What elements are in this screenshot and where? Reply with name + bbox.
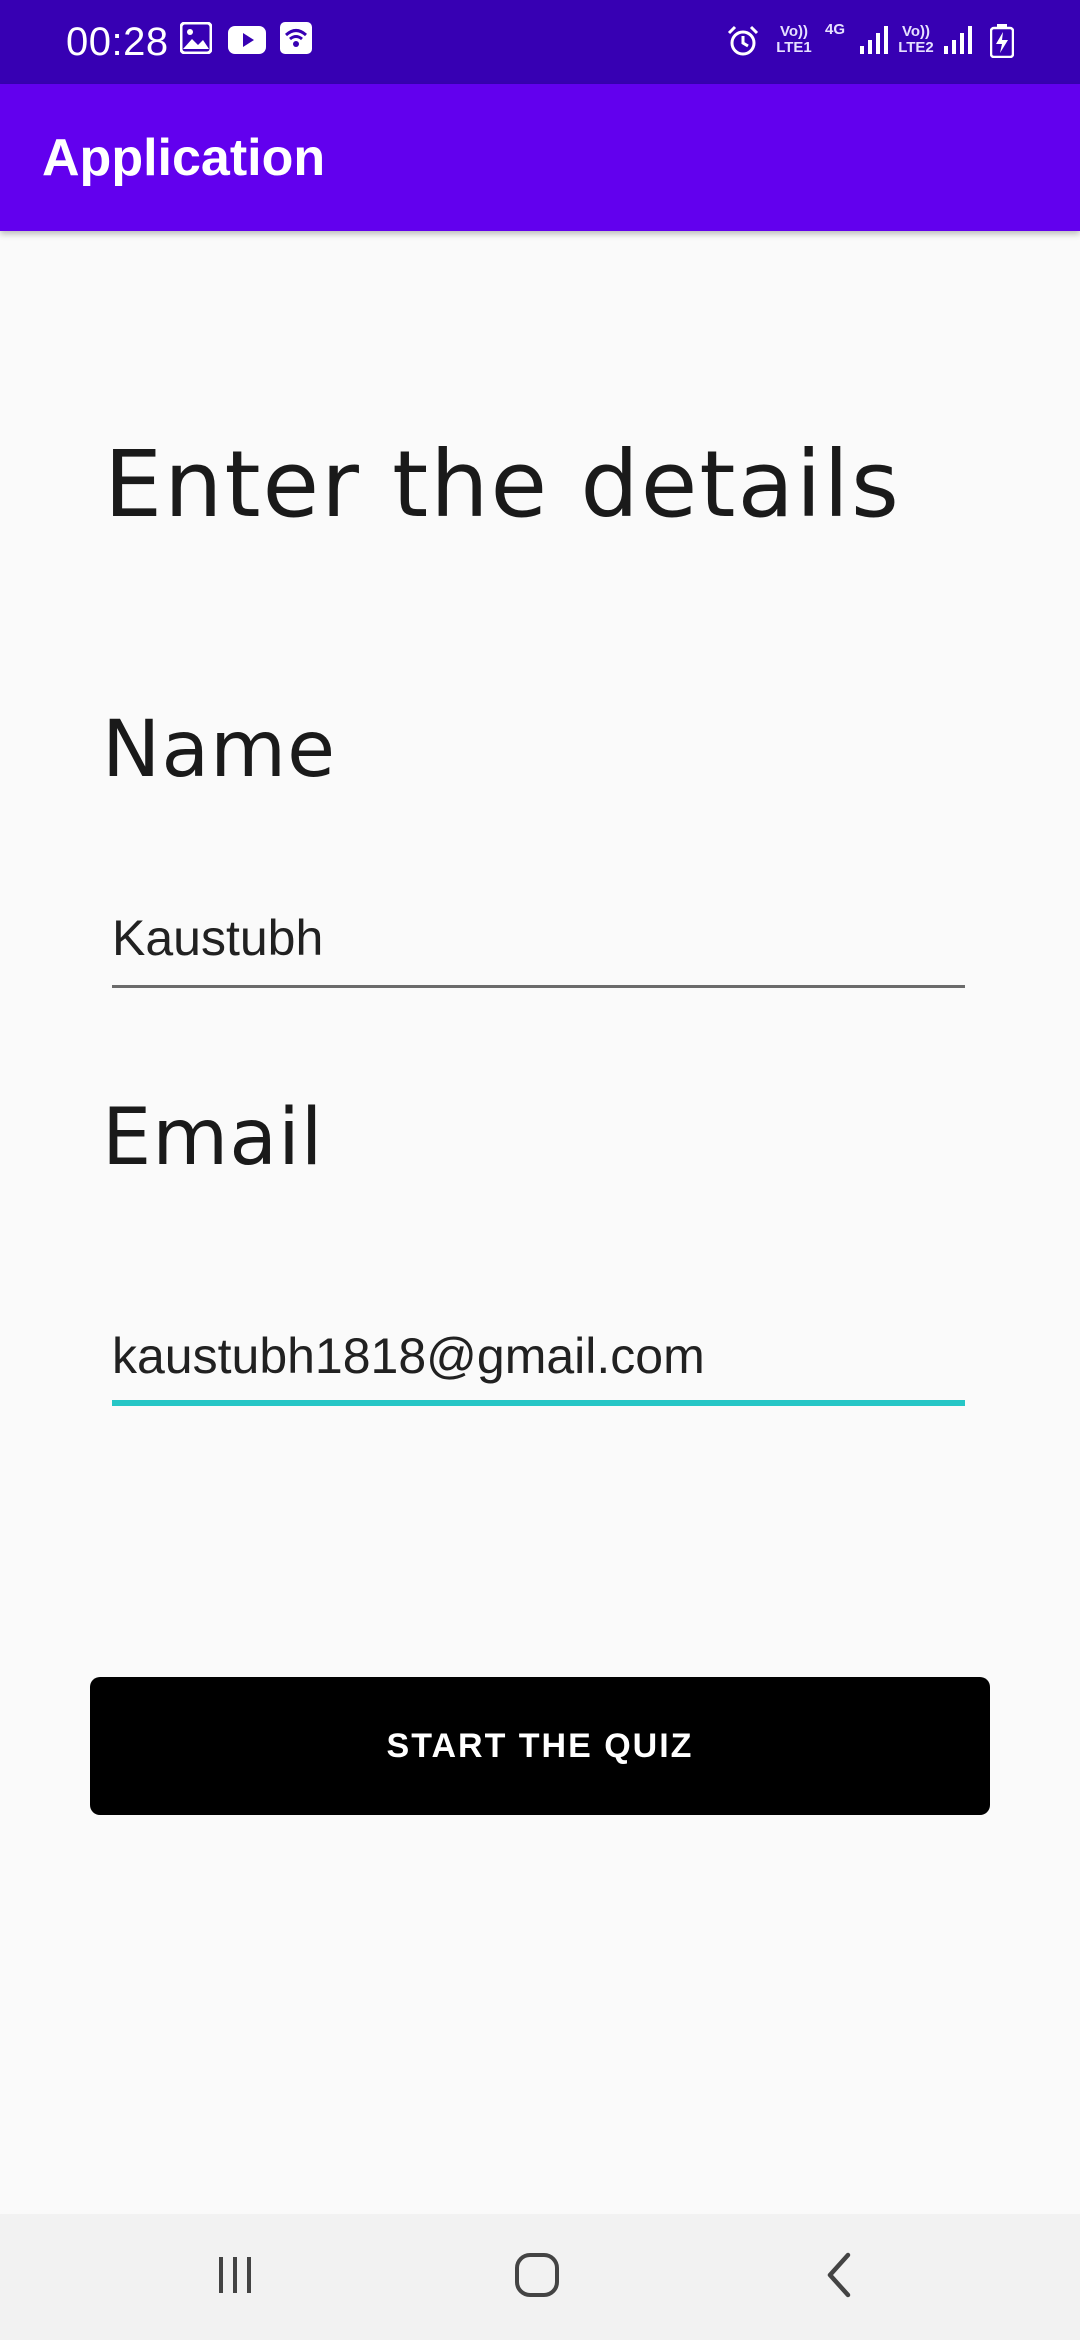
signal-icon <box>858 24 890 61</box>
back-icon <box>818 2251 862 2304</box>
email-label: Email <box>102 1093 324 1183</box>
recent-apps-icon <box>213 2253 257 2302</box>
volte-lte1-label: Vo)) LTE1 <box>776 23 812 56</box>
home-button[interactable] <box>457 2214 617 2340</box>
name-label: Name <box>102 705 337 795</box>
app-bar: Application <box>0 84 1080 231</box>
status-bar: 00:28 Vo)) LTE1 4G Vo)) LTE2 <box>0 0 1080 84</box>
volte-lte2-label: Vo)) LTE2 <box>898 23 934 56</box>
4g-label: 4G <box>824 21 845 38</box>
name-field[interactable]: Kaustubh <box>112 888 965 988</box>
alarm-icon <box>726 24 760 63</box>
system-nav-bar <box>0 2214 1080 2340</box>
start-quiz-button[interactable]: START THE QUIZ <box>90 1677 990 1815</box>
back-button[interactable] <box>760 2214 920 2340</box>
signal-icon <box>942 24 974 61</box>
status-time: 00:28 <box>66 20 169 64</box>
recent-apps-button[interactable] <box>155 2214 315 2340</box>
youtube-icon <box>228 26 266 59</box>
gallery-icon <box>179 21 213 59</box>
app-title: Application <box>42 129 326 187</box>
battery-charging-icon <box>989 24 1015 63</box>
wifi-calling-icon <box>280 22 312 59</box>
home-icon <box>513 2251 561 2304</box>
page-heading: Enter the details <box>104 431 901 538</box>
email-field[interactable]: kaustubh1818@gmail.com <box>112 1306 965 1406</box>
name-field-value: Kaustubh <box>112 910 324 966</box>
email-field-value: kaustubh1818@gmail.com <box>112 1328 705 1384</box>
